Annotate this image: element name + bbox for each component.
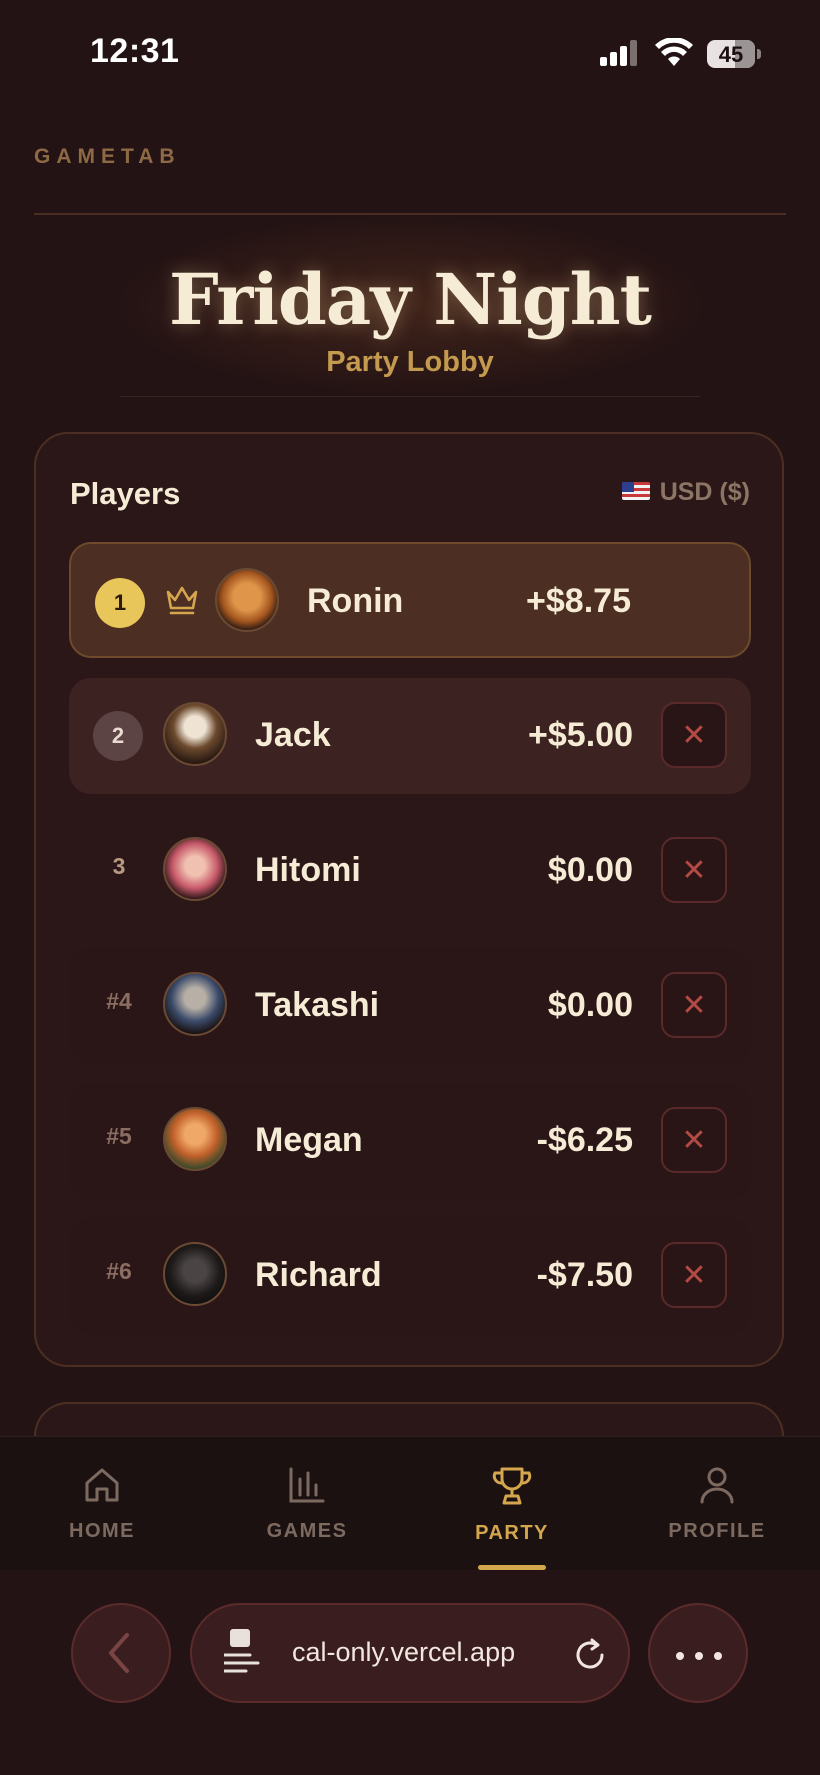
reload-icon[interactable] — [572, 1637, 608, 1673]
us-flag-icon — [621, 482, 650, 501]
url-text: cal-only.vercel.app — [292, 1637, 516, 1667]
player-name: Richard — [255, 1256, 382, 1294]
remove-player-button[interactable]: ✕ — [661, 1107, 727, 1173]
user-icon — [700, 1467, 734, 1504]
remove-player-button[interactable]: ✕ — [661, 1242, 727, 1308]
rank-label: #6 — [106, 1258, 132, 1284]
rank-label: #5 — [106, 1123, 132, 1149]
player-row[interactable]: 3 Hitomi $0.00 ✕ — [69, 813, 751, 929]
tab-label: PARTY — [475, 1522, 549, 1544]
avatar — [215, 568, 279, 632]
player-name: Ronin — [307, 582, 404, 620]
rank-label: #4 — [106, 988, 132, 1014]
player-row[interactable]: #5 Megan -$6.25 ✕ — [69, 1083, 751, 1199]
cellular-signal-icon — [600, 40, 637, 66]
bottom-tab-bar: HOME GAMES PARTY PROFILE — [0, 1436, 820, 1571]
crown-icon — [166, 586, 198, 615]
avatar — [163, 837, 227, 901]
tab-games[interactable]: GAMES — [232, 1465, 382, 1543]
page-title: Friday Night — [168, 258, 652, 341]
player-amount: +$5.00 — [528, 716, 633, 754]
page-subtitle: Party Lobby — [326, 346, 494, 378]
rank-badge: 2 — [93, 711, 143, 761]
close-icon: ✕ — [681, 989, 707, 1022]
close-icon: ✕ — [681, 1259, 707, 1292]
player-amount: -$6.25 — [536, 1121, 633, 1159]
back-button[interactable] — [71, 1603, 171, 1703]
close-icon: ✕ — [681, 719, 707, 752]
players-card-title: Players — [70, 476, 181, 511]
player-row[interactable]: 2 Jack +$5.00 ✕ — [69, 678, 751, 794]
rank-badge: 1 — [95, 578, 145, 628]
player-amount: $0.00 — [547, 986, 633, 1024]
battery-icon: 45 — [707, 40, 755, 68]
close-icon: ✕ — [681, 854, 707, 887]
player-amount: $0.00 — [547, 851, 633, 889]
status-time: 12:31 — [90, 32, 180, 70]
currency-label: USD ($) — [659, 478, 750, 506]
home-icon — [85, 1468, 119, 1502]
player-amount: -$7.50 — [536, 1256, 633, 1294]
chevron-left-icon — [109, 1633, 129, 1673]
player-row[interactable]: #4 Takashi $0.00 ✕ — [69, 948, 751, 1064]
tab-label: HOME — [69, 1520, 135, 1542]
reader-mode-icon — [224, 1629, 260, 1673]
tab-label: GAMES — [266, 1520, 348, 1542]
tab-profile[interactable]: PROFILE — [642, 1465, 792, 1543]
avatar — [163, 702, 227, 766]
title-divider — [120, 396, 700, 397]
trophy-icon — [492, 1467, 532, 1505]
avatar — [163, 972, 227, 1036]
brand-label: GAMETAB — [34, 145, 181, 168]
player-row[interactable]: 1 Ronin +$8.75 — [69, 542, 751, 658]
tab-label: PROFILE — [668, 1520, 766, 1542]
player-name: Jack — [255, 716, 331, 754]
remove-player-button[interactable]: ✕ — [661, 972, 727, 1038]
avatar — [163, 1242, 227, 1306]
remove-player-button[interactable]: ✕ — [661, 702, 727, 768]
currency-selector[interactable]: USD ($) — [621, 478, 750, 507]
player-name: Hitomi — [255, 851, 361, 889]
wifi-icon — [655, 38, 693, 66]
more-icon — [676, 1652, 684, 1660]
tab-home[interactable]: HOME — [27, 1465, 177, 1543]
close-icon: ✕ — [681, 1124, 707, 1157]
player-amount: +$8.75 — [526, 582, 631, 620]
player-name: Takashi — [255, 986, 380, 1024]
player-row[interactable]: #6 Richard -$7.50 ✕ — [69, 1218, 751, 1334]
rank-label: 3 — [112, 853, 126, 879]
avatar — [163, 1107, 227, 1171]
battery-level: 45 — [718, 42, 744, 67]
player-name: Megan — [255, 1121, 363, 1159]
more-options-button[interactable] — [648, 1603, 748, 1703]
address-bar[interactable]: cal-only.vercel.app — [190, 1603, 630, 1703]
remove-player-button[interactable]: ✕ — [661, 837, 727, 903]
bar-chart-icon — [289, 1467, 325, 1503]
status-bar: 12:31 45 — [0, 0, 820, 110]
tab-party[interactable]: PARTY — [437, 1465, 587, 1545]
